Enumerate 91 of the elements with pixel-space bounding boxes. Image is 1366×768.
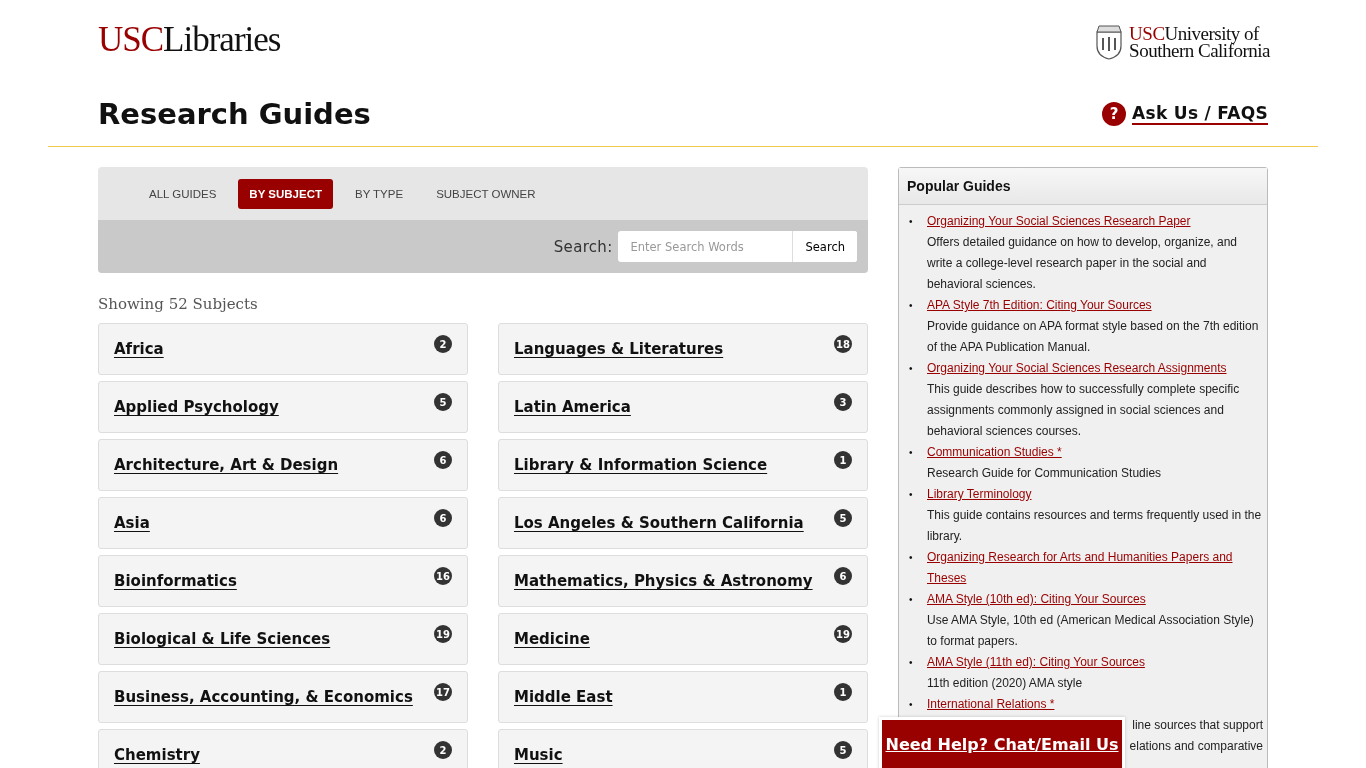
guide-count: 19 — [434, 625, 452, 643]
guide-count: 6 — [434, 451, 452, 469]
guide-description: line sources that support — [1132, 717, 1263, 734]
guide-count: 3 — [834, 393, 852, 411]
subject-card[interactable]: Applied Psychology 5 — [98, 381, 468, 433]
guide-count: 2 — [434, 741, 452, 759]
subject-card[interactable]: Music 5 — [498, 729, 868, 768]
subject-link[interactable]: Business, Accounting, & Economics — [114, 688, 413, 706]
subject-link[interactable]: Latin America — [514, 398, 631, 416]
guide-count: 6 — [434, 509, 452, 527]
nav-tab[interactable]: BY TYPE — [343, 179, 415, 209]
guide-link[interactable]: Organizing Research for Arts and Humanities Papers and Theses — [927, 547, 1263, 589]
guide-link[interactable]: APA Style 7th Edition: Citing Your Sources — [927, 295, 1152, 316]
subject-card[interactable]: Asia 6 — [98, 497, 468, 549]
subject-link[interactable]: Architecture, Art & Design — [114, 456, 339, 474]
subject-link[interactable]: Languages & Literatures — [514, 340, 724, 358]
panel-title: Popular Guides — [899, 168, 1267, 205]
bullet: • — [909, 593, 913, 607]
nav-tab[interactable]: BY SUBJECT — [238, 179, 333, 209]
search-button[interactable]: Search — [792, 231, 857, 262]
guide-count: 5 — [834, 509, 852, 527]
guide-description: Use AMA Style, 10th ed (American Medical Association Style) to format papers. — [927, 612, 1255, 650]
bullet: • — [909, 446, 913, 460]
guide-description: This guide contains resources and terms frequently used in the library. — [927, 507, 1263, 545]
guide-description: Provide guidance on APA format style based on the 7th edition of the APA Publication Manual. — [927, 318, 1260, 356]
seal-icon — [1095, 24, 1124, 60]
subject-card[interactable]: Architecture, Art & Design 6 — [98, 439, 468, 491]
guide-link[interactable]: AMA Style (10th ed): Citing Your Sources — [927, 589, 1146, 610]
bullet: • — [909, 656, 913, 670]
guide-link[interactable]: Library Terminology — [927, 484, 1032, 505]
subject-card[interactable]: Chemistry 2 — [98, 729, 468, 768]
help-icon: ? — [1102, 102, 1127, 126]
ask-us-link[interactable]: Ask Us / FAQS — [1132, 103, 1268, 125]
subject-link[interactable]: Middle East — [514, 688, 613, 706]
guide-count: 16 — [434, 567, 452, 585]
guide-count: 5 — [434, 393, 452, 411]
guide-link[interactable]: Organizing Your Social Sciences Research Paper — [927, 211, 1191, 232]
subject-link[interactable]: Los Angeles & Southern California — [514, 514, 804, 532]
guide-count: 19 — [834, 625, 852, 643]
bullet: • — [909, 215, 913, 229]
subject-card[interactable]: Los Angeles & Southern California 5 — [498, 497, 868, 549]
results-count: Showing 52 Subjects — [98, 295, 259, 313]
guide-link[interactable]: Communication Studies * — [927, 442, 1062, 463]
page-title: Research Guides — [98, 97, 371, 131]
bullet: • — [909, 488, 913, 502]
guide-link[interactable]: Organizing Your Social Sciences Research Assignments — [927, 358, 1227, 379]
guide-count: 1 — [834, 683, 852, 701]
guide-description: 11th edition (2020) AMA style — [927, 675, 1084, 692]
bullet: • — [909, 299, 913, 313]
subject-card[interactable]: Mathematics, Physics & Astronomy 6 — [498, 555, 868, 607]
subject-link[interactable]: Bioinformatics — [114, 572, 237, 590]
guide-count: 1 — [834, 451, 852, 469]
subject-card[interactable]: Latin America 3 — [498, 381, 868, 433]
subject-card[interactable]: Biological & Life Sciences 19 — [98, 613, 468, 665]
nav-tab[interactable]: ALL GUIDES — [138, 179, 228, 209]
subject-card[interactable]: Library & Information Science 1 — [498, 439, 868, 491]
search-field[interactable]: Enter Search Words Search — [618, 231, 857, 262]
search-label: Search: — [553, 237, 613, 256]
subject-card[interactable]: Languages & Literatures 18 — [498, 323, 868, 375]
guide-count: 5 — [834, 741, 852, 759]
subject-link[interactable]: Africa — [114, 340, 164, 358]
subject-card[interactable]: Bioinformatics 16 — [98, 555, 468, 607]
guide-link[interactable]: AMA Style (11th ed): Citing Your Sources — [927, 652, 1145, 673]
guide-description: Offers detailed guidance on how to develop, organize, and write a college-level research paper in the social and behavioral sciences. — [927, 234, 1238, 293]
subject-link[interactable]: Music — [514, 746, 563, 764]
guide-count: 18 — [834, 335, 852, 353]
chat-button[interactable]: Need Help? Chat/Email Us — [879, 717, 1125, 768]
subject-link[interactable]: Library & Information Science — [514, 456, 768, 474]
guide-count: 2 — [434, 335, 452, 353]
subject-link[interactable]: Asia — [114, 514, 150, 532]
subject-card[interactable]: Business, Accounting, & Economics 17 — [98, 671, 468, 723]
guide-count: 17 — [434, 683, 452, 701]
subject-card[interactable]: Africa 2 — [98, 323, 468, 375]
libraries-logo[interactable]: USCLibraries — [98, 22, 281, 58]
bullet: • — [909, 551, 913, 565]
subject-card[interactable]: Middle East 1 — [498, 671, 868, 723]
bullet: • — [909, 362, 913, 376]
guide-link[interactable]: International Relations * — [927, 694, 1055, 715]
guide-description: elations and comparative — [1129, 738, 1263, 755]
subject-link[interactable]: Medicine — [514, 630, 590, 648]
guide-count: 6 — [834, 567, 852, 585]
nav-tab[interactable]: SUBJECT OWNER — [425, 179, 547, 209]
guide-description: Research Guide for Communication Studies — [927, 465, 1163, 482]
subject-link[interactable]: Applied Psychology — [114, 398, 279, 416]
subject-link[interactable]: Chemistry — [114, 746, 200, 764]
bullet: • — [909, 698, 913, 712]
subject-link[interactable]: Biological & Life Sciences — [114, 630, 331, 648]
university-logo[interactable]: USCUniversity of Southern California — [1129, 25, 1270, 59]
subject-link[interactable]: Mathematics, Physics & Astronomy — [514, 572, 813, 590]
subject-card[interactable]: Medicine 19 — [498, 613, 868, 665]
guide-description: This guide describes how to successfully complete specific assignments commonly assigned in social sciences and behavioral sciences courses. — [927, 381, 1241, 440]
